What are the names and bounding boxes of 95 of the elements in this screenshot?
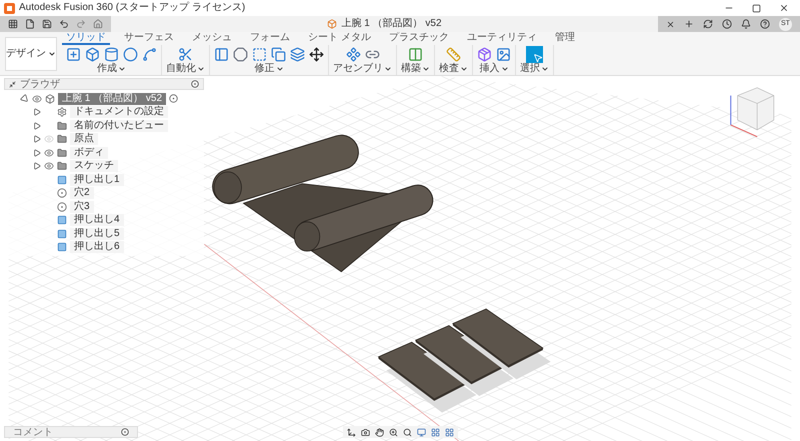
collapse-arrow-icon[interactable] xyxy=(32,108,41,116)
tree-item-label[interactable]: 上腕 1 （部品図） v52 xyxy=(58,92,166,105)
group-menu[interactable]: アセンブリ xyxy=(333,63,392,74)
fit-icon[interactable] xyxy=(403,428,412,436)
settings-icon xyxy=(57,107,67,118)
caret-icon xyxy=(197,64,205,72)
group-menu[interactable]: 選択 xyxy=(520,63,549,74)
select-tool-icon[interactable] xyxy=(526,46,543,62)
close-icon[interactable] xyxy=(779,3,789,13)
collapse-arrow-icon[interactable] xyxy=(32,162,41,170)
close-tab-icon[interactable] xyxy=(666,20,675,28)
ribbon-tab[interactable]: メッシュ xyxy=(188,32,236,45)
panel-title: ブラウザ xyxy=(20,78,60,90)
cylinder-icon[interactable] xyxy=(104,46,119,62)
apps-grid-icon[interactable] xyxy=(8,19,18,29)
circle-icon[interactable] xyxy=(123,46,138,62)
caret-icon xyxy=(384,64,392,72)
view-cube-icon xyxy=(730,87,774,138)
hole-icon xyxy=(57,202,67,212)
tree-item-label[interactable]: 穴2 xyxy=(70,187,94,200)
folder-icon xyxy=(57,134,67,144)
group-menu[interactable]: 検査 xyxy=(439,63,468,74)
file-icon[interactable] xyxy=(25,19,35,29)
zoom-icon[interactable] xyxy=(389,428,398,436)
new-tab-icon[interactable] xyxy=(684,19,694,29)
tree-item-label[interactable]: ボディ xyxy=(70,146,108,159)
group-menu[interactable]: 挿入 xyxy=(480,63,508,74)
viewports-icon[interactable] xyxy=(445,428,454,436)
help-icon[interactable] xyxy=(760,19,770,29)
collapse-arrow-icon[interactable] xyxy=(32,135,41,144)
tree-item-label[interactable]: 名前の付いたビュー xyxy=(70,120,168,132)
ribbon-tab[interactable]: ソリッド xyxy=(62,32,110,45)
ribbon-tab[interactable]: 管理 xyxy=(550,32,579,45)
tree-item-label[interactable]: 押し出し5 xyxy=(70,228,124,240)
move-icon[interactable] xyxy=(309,46,324,62)
ribbon-tab[interactable]: プラスチック xyxy=(384,32,453,45)
extrude-icon xyxy=(57,228,67,239)
package-icon[interactable] xyxy=(477,46,492,62)
ribbon-tab[interactable]: サーフェス xyxy=(120,32,178,45)
caret-icon xyxy=(500,64,508,72)
box-icon[interactable] xyxy=(85,46,100,62)
panel-title: コメント xyxy=(13,426,53,438)
image-icon[interactable] xyxy=(496,46,511,62)
sync-icon[interactable] xyxy=(703,19,713,29)
folder-icon xyxy=(57,161,67,172)
ribbon-tab[interactable]: ユーティリティ xyxy=(462,32,541,45)
caret-icon xyxy=(118,64,126,72)
expand-arrow-icon[interactable] xyxy=(20,94,29,103)
group-menu[interactable]: 自動化 xyxy=(166,63,205,74)
window-title: Autodesk Fusion 360 (スタートアップ ライセンス) xyxy=(19,2,246,14)
display-settings-icon[interactable] xyxy=(417,428,426,436)
spline-icon[interactable] xyxy=(142,46,157,62)
visibility-icon[interactable] xyxy=(44,161,54,172)
folder-icon xyxy=(57,148,67,158)
tree-item-label[interactable]: ドキュメントの設定 xyxy=(70,106,168,118)
tree-item-label[interactable]: スケッチ xyxy=(70,160,118,172)
activate-icon[interactable] xyxy=(169,94,178,104)
collapse-arrow-icon[interactable] xyxy=(32,148,41,157)
tree-item-label[interactable]: 押し出し6 xyxy=(70,241,124,254)
extrude-icon xyxy=(57,242,67,252)
document-tab[interactable]: 上腕 1 （部品図） v52 xyxy=(111,16,658,32)
ribbon-tab[interactable]: フォーム xyxy=(246,32,294,45)
visibility-icon[interactable] xyxy=(32,94,42,104)
collapse-arrow-icon[interactable] xyxy=(32,122,41,130)
tree-item-label[interactable]: 押し出し4 xyxy=(70,214,124,226)
tree-item-label[interactable]: 原点 xyxy=(70,133,98,146)
maximize-icon[interactable] xyxy=(752,4,761,12)
document-icon xyxy=(327,19,338,29)
undo-icon[interactable] xyxy=(59,19,69,29)
save-icon[interactable] xyxy=(42,19,52,29)
caret-icon xyxy=(48,50,56,58)
caret-icon xyxy=(541,64,549,72)
group-menu[interactable]: 修正 xyxy=(254,63,284,74)
extrude-icon xyxy=(57,215,67,226)
layers-icon[interactable] xyxy=(290,46,305,62)
caret-icon xyxy=(460,64,468,72)
workspace-dropdown[interactable]: デザイン xyxy=(5,36,57,70)
tree-item-label[interactable]: 押し出し1 xyxy=(70,174,124,186)
tree-item-label[interactable]: 穴3 xyxy=(70,200,94,213)
caret-icon xyxy=(422,64,430,72)
notification-icon[interactable] xyxy=(741,19,751,29)
group-menu[interactable]: 作成 xyxy=(97,63,126,74)
hole-icon xyxy=(57,188,67,198)
home-icon[interactable] xyxy=(93,19,103,29)
grid-settings-icon[interactable] xyxy=(431,428,440,436)
app-logo-icon xyxy=(4,2,15,14)
collapse-panel-icon[interactable] xyxy=(9,80,16,88)
group-menu[interactable]: 構築 xyxy=(401,63,430,74)
extrude-icon xyxy=(57,174,67,185)
job-status-icon[interactable] xyxy=(722,19,732,29)
caret-icon xyxy=(276,64,284,72)
pan-icon[interactable] xyxy=(375,428,384,436)
ribbon-tab[interactable]: シート メタル xyxy=(304,32,375,45)
visibility-icon[interactable] xyxy=(44,148,54,158)
folder-icon xyxy=(57,120,67,131)
